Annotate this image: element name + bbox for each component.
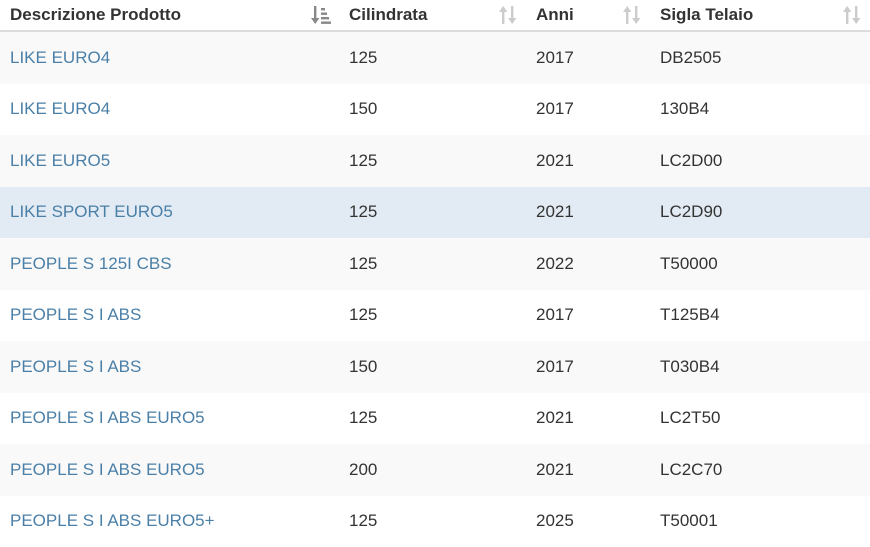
cell-descrizione: PEOPLE S I ABS (0, 305, 339, 325)
cell-descrizione: LIKE EURO5 (0, 151, 339, 171)
cell-anni: 2017 (536, 305, 574, 325)
column-header-label: Sigla Telaio (660, 5, 754, 24)
cell-anni: 2021 (536, 202, 574, 222)
cell-descrizione: LIKE SPORT EURO5 (0, 202, 339, 222)
column-header-descrizione[interactable]: Descrizione Prodotto (0, 0, 339, 30)
product-link[interactable]: PEOPLE S I ABS (10, 357, 141, 376)
cell-cilindrata: 125 (349, 305, 378, 325)
cell-sigla-telaio: LC2T50 (660, 408, 721, 428)
cell-sigla-telaio: LC2D00 (660, 150, 723, 170)
sort-amount-down-icon[interactable] (311, 4, 331, 26)
product-link[interactable]: LIKE SPORT EURO5 (10, 202, 173, 221)
cell-sigla-telaio: T030B4 (660, 356, 720, 376)
cell-anni: 2017 (536, 99, 574, 119)
cell-cilindrata: 125 (349, 202, 378, 222)
cell-anni: 2017 (536, 47, 574, 67)
table-row[interactable]: LIKE EURO4 150 2017 130B4 (0, 83, 870, 135)
cell-cilindrata: 125 (349, 253, 378, 273)
table-row[interactable]: PEOPLE S I ABS EURO5 125 2021 LC2T50 (0, 392, 870, 444)
sort-updown-icon[interactable] (498, 4, 518, 26)
cell-sigla-telaio: 130B4 (660, 99, 710, 119)
column-header-label: Anni (536, 5, 574, 24)
product-link[interactable]: LIKE EURO4 (10, 48, 110, 67)
cell-cilindrata: 125 (349, 408, 378, 428)
product-link[interactable]: LIKE EURO5 (10, 151, 110, 170)
column-header-label: Descrizione Prodotto (10, 5, 181, 24)
product-link[interactable]: PEOPLE S I ABS EURO5+ (10, 511, 215, 530)
cell-anni: 2021 (536, 459, 574, 479)
cell-cilindrata: 150 (349, 356, 378, 376)
cell-descrizione: PEOPLE S I ABS (0, 357, 339, 377)
cell-sigla-telaio: DB2505 (660, 47, 722, 67)
cell-cilindrata: 125 (349, 47, 378, 67)
product-link[interactable]: LIKE EURO4 (10, 99, 110, 118)
table-row[interactable]: LIKE EURO4 125 2017 DB2505 (0, 32, 870, 84)
table-row[interactable]: PEOPLE S I ABS 150 2017 T030B4 (0, 341, 870, 393)
sort-updown-icon[interactable] (842, 4, 862, 26)
table-row[interactable]: PEOPLE S 125I CBS 125 2022 T50000 (0, 238, 870, 290)
products-table: Descrizione Prodotto Cilindrata Anni Sig… (0, 0, 870, 547)
product-link[interactable]: PEOPLE S I ABS (10, 305, 141, 324)
cell-sigla-telaio: LC2D90 (660, 202, 723, 222)
cell-descrizione: PEOPLE S I ABS EURO5+ (0, 511, 339, 531)
table-body: LIKE EURO4 125 2017 DB2505 LIKE EURO4 15… (0, 32, 870, 547)
cell-descrizione: PEOPLE S 125I CBS (0, 254, 339, 274)
table-header: Descrizione Prodotto Cilindrata Anni Sig… (0, 0, 870, 32)
column-header-sigla-telaio[interactable]: Sigla Telaio (650, 0, 870, 30)
column-header-cilindrata[interactable]: Cilindrata (339, 0, 526, 30)
cell-sigla-telaio: T50000 (660, 253, 718, 273)
sort-updown-icon[interactable] (622, 4, 642, 26)
cell-cilindrata: 125 (349, 150, 378, 170)
cell-cilindrata: 200 (349, 459, 378, 479)
cell-descrizione: PEOPLE S I ABS EURO5 (0, 460, 339, 480)
table-row[interactable]: PEOPLE S I ABS EURO5+ 125 2025 T50001 (0, 495, 870, 547)
cell-sigla-telaio: T125B4 (660, 305, 720, 325)
table-row-highlighted[interactable]: LIKE SPORT EURO5 125 2021 LC2D90 (0, 186, 870, 238)
cell-anni: 2022 (536, 253, 574, 273)
cell-cilindrata: 125 (349, 511, 378, 531)
table-row[interactable]: LIKE EURO5 125 2021 LC2D00 (0, 135, 870, 187)
product-link[interactable]: PEOPLE S 125I CBS (10, 254, 172, 273)
product-link[interactable]: PEOPLE S I ABS EURO5 (10, 408, 205, 427)
product-link[interactable]: PEOPLE S I ABS EURO5 (10, 460, 205, 479)
column-header-anni[interactable]: Anni (526, 0, 650, 30)
cell-anni: 2025 (536, 511, 574, 531)
cell-descrizione: LIKE EURO4 (0, 99, 339, 119)
cell-anni: 2021 (536, 150, 574, 170)
cell-sigla-telaio: T50001 (660, 511, 718, 531)
cell-anni: 2021 (536, 408, 574, 428)
cell-sigla-telaio: LC2C70 (660, 459, 723, 479)
table-row[interactable]: PEOPLE S I ABS 125 2017 T125B4 (0, 289, 870, 341)
cell-cilindrata: 150 (349, 99, 378, 119)
table-row[interactable]: PEOPLE S I ABS EURO5 200 2021 LC2C70 (0, 444, 870, 496)
column-header-label: Cilindrata (349, 5, 428, 24)
cell-descrizione: LIKE EURO4 (0, 48, 339, 68)
cell-descrizione: PEOPLE S I ABS EURO5 (0, 408, 339, 428)
cell-anni: 2017 (536, 356, 574, 376)
